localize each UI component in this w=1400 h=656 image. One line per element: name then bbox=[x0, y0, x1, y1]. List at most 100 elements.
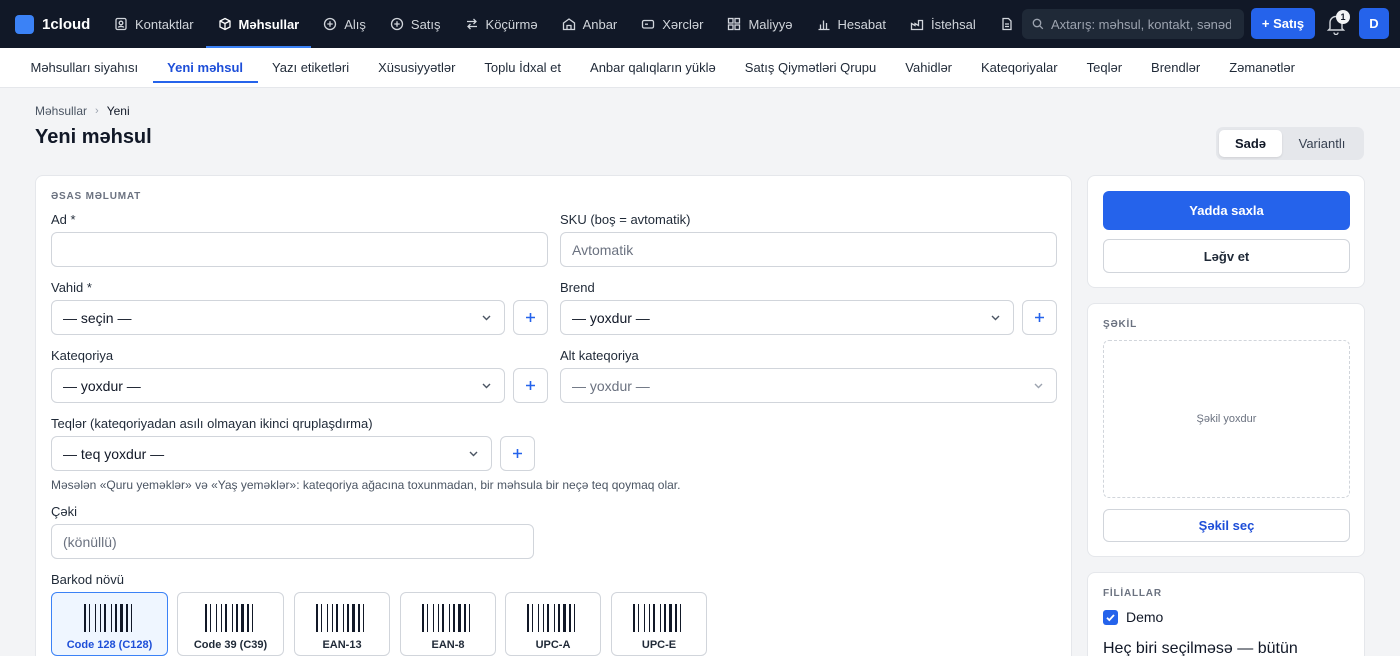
barcode-option-ean13[interactable]: EAN-13 bbox=[294, 592, 390, 656]
page-title: Yeni məhsul bbox=[35, 126, 152, 148]
image-empty-text: Şəkil yoxdur bbox=[1196, 413, 1257, 425]
barcode-type-label: Barkod növü bbox=[51, 572, 124, 587]
subnav-stock-upload[interactable]: Anbar qalıqların yüklə bbox=[576, 48, 731, 87]
contacts-icon bbox=[114, 17, 128, 31]
barcode-option-upca[interactable]: UPC-A bbox=[505, 592, 601, 656]
chevron-down-icon bbox=[991, 315, 1000, 321]
nav-item-label: Maliyyə bbox=[748, 16, 793, 32]
weight-label: Çəki bbox=[51, 504, 78, 519]
subnav-price-groups[interactable]: Satış Qiymətləri Qrupu bbox=[730, 48, 891, 87]
user-avatar[interactable]: D bbox=[1359, 8, 1389, 39]
nav-item-label: Anbar bbox=[582, 16, 618, 32]
subnav-attributes[interactable]: Xüsusiyyətlər bbox=[364, 48, 470, 87]
subnav-labels[interactable]: Yazı etiketləri bbox=[258, 48, 364, 87]
image-section-title: ŞƏKİL bbox=[1103, 319, 1138, 330]
plus-circle-icon bbox=[390, 17, 404, 31]
subnav-categories[interactable]: Kateqoriyalar bbox=[967, 48, 1073, 87]
brand-select[interactable]: — yoxdur — bbox=[560, 300, 1014, 335]
breadcrumb: Məhsullar › Yeni bbox=[35, 104, 130, 118]
subnav-tags[interactable]: Teqlər bbox=[1072, 48, 1136, 87]
nav-item-sales[interactable]: Satış bbox=[378, 0, 453, 48]
top-navigation-bar: 1cloud Kontaktlar Məhsullar Alış Satış K… bbox=[0, 0, 1400, 48]
barcode-option-ean8[interactable]: EAN-8 bbox=[400, 592, 496, 656]
new-sale-button[interactable]: + Satış bbox=[1251, 8, 1315, 39]
nav-item-more[interactable] bbox=[988, 0, 1020, 48]
nav-item-transfer[interactable]: Köçürmə bbox=[453, 0, 550, 48]
nav-item-label: Məhsullar bbox=[238, 16, 300, 32]
chevron-down-icon bbox=[482, 315, 491, 321]
nav-item-label: Satış bbox=[410, 16, 441, 32]
branch-checkbox-demo[interactable] bbox=[1103, 610, 1118, 625]
barcode-option-upce[interactable]: UPC-E bbox=[611, 592, 707, 656]
barcode-option-code39[interactable]: Code 39 (C39) bbox=[177, 592, 284, 656]
subcategory-select[interactable]: — yoxdur — bbox=[560, 368, 1057, 403]
barcode-icon bbox=[204, 604, 257, 632]
barcode-option-label: Code 128 (C128) bbox=[66, 639, 153, 651]
tags-select-value: — teq yoxdur — bbox=[63, 445, 165, 462]
branches-card: FİLİALLAR Demo Heç biri seçilməsə — bütü… bbox=[1087, 572, 1365, 656]
plus-icon bbox=[1035, 313, 1044, 322]
branches-note: Heç biri seçilməsə — bütün bbox=[1103, 640, 1298, 656]
search-input[interactable] bbox=[1051, 16, 1231, 32]
nav-item-production[interactable]: İstehsal bbox=[898, 0, 988, 48]
subnav-warranties[interactable]: Zəmanətlər bbox=[1215, 48, 1310, 87]
product-mode-toggle: Sadə Variantlı bbox=[1216, 127, 1364, 160]
unit-select[interactable]: — seçin — bbox=[51, 300, 505, 335]
breadcrumb-separator: › bbox=[95, 105, 99, 117]
factory-icon bbox=[910, 17, 924, 31]
notification-badge: 1 bbox=[1336, 10, 1350, 24]
nav-item-purchase[interactable]: Alış bbox=[311, 0, 378, 48]
app-name: 1cloud bbox=[42, 15, 91, 33]
tags-select[interactable]: — teq yoxdur — bbox=[51, 436, 492, 471]
plus-icon bbox=[526, 381, 535, 390]
subnav-bulk-import[interactable]: Toplu İdxal et bbox=[470, 48, 576, 87]
unit-label: Vahid * bbox=[51, 280, 92, 295]
bar-chart-icon bbox=[817, 17, 831, 31]
barcode-option-label: Code 39 (C39) bbox=[193, 639, 268, 651]
barcode-option-label: UPC-A bbox=[535, 639, 571, 651]
nav-item-contacts[interactable]: Kontaktlar bbox=[102, 0, 206, 48]
basic-info-card: ƏSAS MƏLUMAT Ad * SKU (boş = avtomatik) … bbox=[35, 175, 1072, 656]
chevron-down-icon bbox=[469, 451, 478, 457]
nav-item-products[interactable]: Məhsullar bbox=[205, 0, 312, 48]
nav-item-warehouse[interactable]: Anbar bbox=[550, 0, 630, 48]
search-icon bbox=[1032, 18, 1044, 30]
subcategory-label: Alt kateqoriya bbox=[560, 348, 639, 363]
wallet-icon bbox=[641, 17, 655, 31]
name-label: Ad * bbox=[51, 212, 76, 227]
subnav-product-list[interactable]: Məhsulları siyahısı bbox=[16, 48, 153, 87]
brand-select-value: — yoxdur — bbox=[572, 309, 650, 326]
subnav-units[interactable]: Vahidlər bbox=[891, 48, 967, 87]
save-button[interactable]: Yadda saxla bbox=[1103, 191, 1350, 230]
barcode-option-label: EAN-13 bbox=[322, 639, 362, 651]
nav-item-reports[interactable]: Hesabat bbox=[805, 0, 898, 48]
nav-item-expenses[interactable]: Xərclər bbox=[629, 0, 715, 48]
branch-label-demo: Demo bbox=[1126, 609, 1164, 625]
app-logo[interactable]: 1cloud bbox=[0, 14, 102, 34]
barcode-option-code128[interactable]: Code 128 (C128) bbox=[51, 592, 168, 656]
add-brand-button[interactable] bbox=[1022, 300, 1057, 335]
global-search[interactable] bbox=[1022, 9, 1244, 39]
subnav-new-product[interactable]: Yeni məhsul bbox=[152, 48, 258, 87]
cancel-button[interactable]: Ləğv et bbox=[1103, 239, 1350, 273]
subnav-brands[interactable]: Brendlər bbox=[1137, 48, 1215, 87]
nav-item-label: Alış bbox=[344, 16, 366, 32]
choose-image-button[interactable]: Şəkil seç bbox=[1103, 509, 1350, 542]
add-tag-button[interactable] bbox=[500, 436, 535, 471]
mode-variant-button[interactable]: Variantlı bbox=[1284, 130, 1360, 157]
checkmark-icon bbox=[1106, 614, 1115, 622]
nav-item-label: Xərclər bbox=[662, 16, 704, 32]
breadcrumb-parent[interactable]: Məhsullar bbox=[35, 104, 87, 118]
brand-label: Brend bbox=[560, 280, 595, 295]
barcode-icon bbox=[422, 604, 474, 632]
image-dropzone[interactable]: Şəkil yoxdur bbox=[1103, 340, 1350, 498]
mode-simple-button[interactable]: Sadə bbox=[1219, 130, 1282, 157]
sku-input[interactable]: Avtomatik bbox=[560, 232, 1057, 267]
add-category-button[interactable] bbox=[513, 368, 548, 403]
category-select[interactable]: — yoxdur — bbox=[51, 368, 505, 403]
weight-input[interactable]: (könüllü) bbox=[51, 524, 534, 559]
add-unit-button[interactable] bbox=[513, 300, 548, 335]
nav-item-finance[interactable]: Maliyyə bbox=[715, 0, 804, 48]
name-input[interactable] bbox=[51, 232, 548, 267]
actions-card: Yadda saxla Ləğv et bbox=[1087, 175, 1365, 288]
